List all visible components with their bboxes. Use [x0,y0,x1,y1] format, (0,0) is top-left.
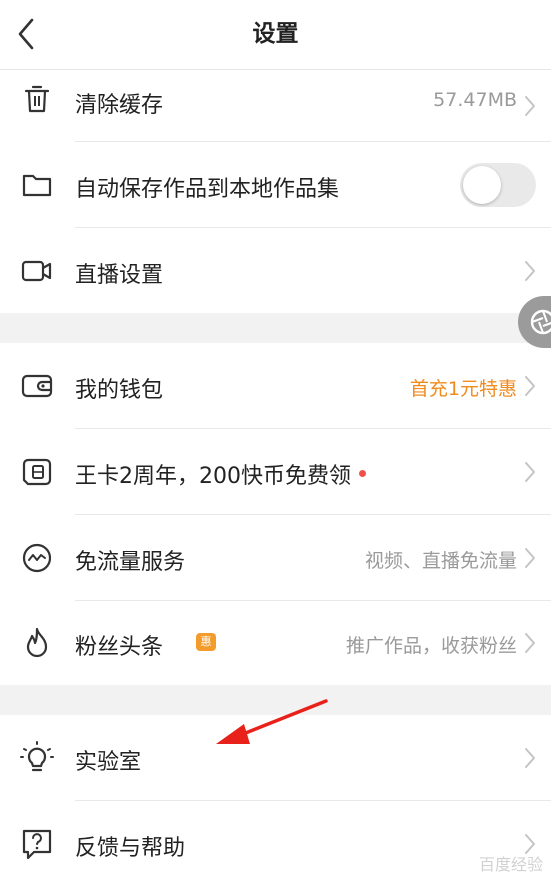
chevron-right-icon [525,96,535,116]
wangka-label: 王卡2周年，200快币免费领 [75,458,366,490]
wangka-row[interactable]: 王卡2周年，200快币免费领 [0,429,551,514]
page-title: 设置 [252,21,299,47]
live-settings-row[interactable]: 直播设置 [0,228,551,313]
video-camera-icon [21,260,52,282]
shutter-icon [530,309,551,335]
fans-headline-label: 粉丝头条 [75,635,164,660]
wallet-icon [21,374,53,398]
chevron-right-icon [525,748,535,768]
chevron-right-icon [525,462,535,482]
new-badge-dot [359,469,366,477]
wallet-promo-text: 首充1元特惠 [409,378,517,400]
auto-save-label: 自动保存作品到本地作品集 [75,177,340,202]
lab-row[interactable]: 实验室 [0,715,551,800]
discount-badge: 惠 [196,633,216,651]
chevron-right-icon [525,376,535,396]
chevron-right-icon [525,261,535,281]
chevron-right-icon [525,548,535,568]
toggle-knob [463,166,501,204]
fans-headline-desc: 推广作品，收获粉丝 [345,635,517,657]
wangka-label-text: 王卡2周年，200快币免费领 [75,464,351,489]
free-traffic-label: 免流量服务 [75,550,186,575]
chevron-right-icon [525,633,535,653]
wallet-label: 我的钱包 [75,378,164,403]
sim-card-icon [22,458,52,486]
lightbulb-icon [20,741,54,772]
top-bar: 设置 [0,0,551,70]
live-settings-label: 直播设置 [75,263,164,288]
flame-icon [26,627,48,658]
free-traffic-row[interactable]: 免流量服务 视频、直播免流量 [0,515,551,600]
clear-cache-row[interactable]: 清除缓存 57.47MB [0,71,551,141]
auto-save-row: 自动保存作品到本地作品集 [0,142,551,227]
traffic-wave-icon [22,543,52,573]
folder-icon [22,174,52,197]
section-gap [0,313,551,343]
auto-save-toggle[interactable] [460,163,536,207]
lab-label: 实验室 [75,750,142,775]
section-gap [0,685,551,715]
wallet-row[interactable]: 我的钱包 首充1元特惠 [0,343,551,428]
watermark: 百度经验 [478,855,543,874]
fans-headline-row[interactable]: 粉丝头条 惠 推广作品，收获粉丝 [0,601,551,685]
free-traffic-desc: 视频、直播免流量 [364,550,517,572]
feedback-label: 反馈与帮助 [75,836,186,861]
feedback-row[interactable]: 反馈与帮助 [0,801,551,881]
trash-icon [24,85,50,113]
clear-cache-label: 清除缓存 [75,93,164,118]
help-question-icon [22,829,52,860]
cache-size-value: 57.47MB [433,89,517,111]
